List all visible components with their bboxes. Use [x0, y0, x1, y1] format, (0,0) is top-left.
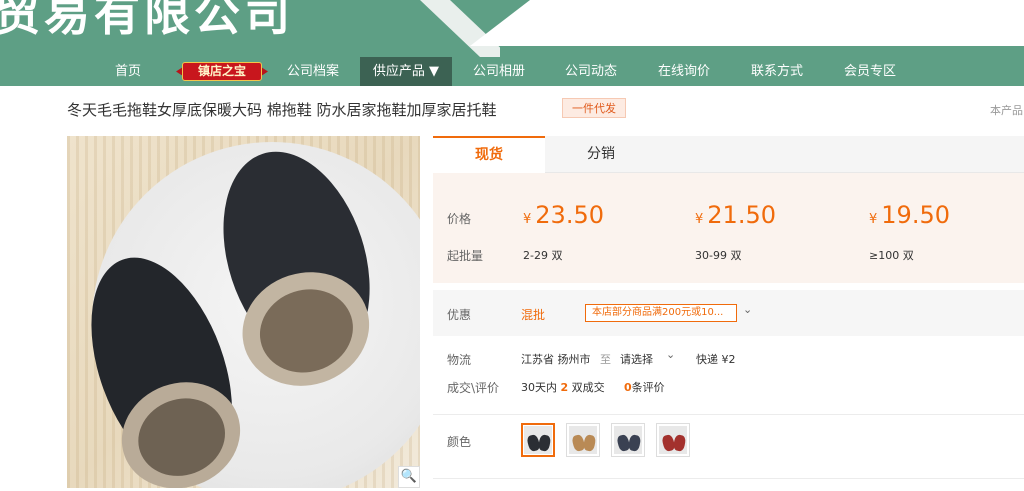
price-tier-2: ¥21.50: [695, 201, 776, 229]
product-title: 冬天毛毛拖鞋女厚底保暖大码 棉拖鞋 防水居家拖鞋加厚家居托鞋: [67, 101, 497, 119]
dropship-tag[interactable]: 一件代发: [562, 98, 626, 118]
zoom-icon[interactable]: 🔍: [398, 466, 420, 488]
price-tabs: 现货 分销: [433, 136, 1024, 173]
moq-tier-2: 30-99 双: [695, 249, 742, 262]
transactions-suffix: 双成交: [571, 381, 605, 394]
nav-item-album[interactable]: 公司相册: [462, 57, 536, 86]
swatch-thumbnail: [569, 426, 597, 454]
color-swatch-black[interactable]: [521, 423, 555, 457]
nav-item-home[interactable]: 首页: [98, 57, 158, 86]
company-name: 贸易有限公司: [0, 0, 294, 41]
price-value: 21.50: [707, 201, 776, 229]
color-swatch-tan[interactable]: [566, 423, 600, 457]
currency-symbol: ¥: [523, 212, 532, 227]
banner-stripe: [420, 0, 500, 57]
transactions-label: 成交\评价: [447, 381, 500, 395]
discount-label: 优惠: [447, 308, 472, 322]
price-value: 19.50: [881, 201, 950, 229]
swatch-thumbnail: [614, 426, 642, 454]
reviews-suffix: 条评价: [631, 381, 665, 394]
moq-tier-1: 2-29 双: [523, 249, 563, 262]
top-banner: 贸易有限公司: [0, 0, 1024, 57]
transactions-prefix: 30天内: [521, 381, 557, 394]
swatch-thumbnail: [524, 426, 552, 454]
nav-item-inquiry[interactable]: 在线询价: [647, 57, 721, 86]
swatch-thumbnail: [659, 426, 687, 454]
nav-item-news[interactable]: 公司动态: [554, 57, 628, 86]
product-note: 本产品: [990, 104, 1023, 117]
banner-white-panel: [470, 0, 1024, 46]
currency-symbol: ¥: [869, 212, 878, 227]
featured-badge-label: 镇店之宝: [197, 64, 246, 78]
price-tier-1: ¥23.50: [523, 201, 604, 229]
nav-item-profile[interactable]: 公司档案: [276, 57, 350, 86]
divider: [433, 478, 1024, 479]
mix-batch-link[interactable]: 混批: [521, 306, 545, 323]
color-label: 颜色: [447, 435, 472, 449]
divider: [433, 414, 1024, 415]
reviews-count[interactable]: 0: [624, 381, 632, 394]
nav-item-contact[interactable]: 联系方式: [740, 57, 814, 86]
currency-symbol: ¥: [695, 212, 704, 227]
reviews-summary: 0条评价: [624, 379, 665, 395]
price-box: 价格 起批量 ¥23.50 2-29 双 ¥21.50 30-99 双 ¥19.…: [433, 173, 1024, 283]
ship-origin: 江苏省 扬州市: [521, 353, 591, 366]
chevron-down-icon[interactable]: ⌄: [743, 303, 752, 316]
price-tier-3: ¥19.50: [869, 201, 950, 229]
slippers-illustration: [91, 151, 370, 488]
color-swatch-red[interactable]: [656, 423, 690, 457]
moq-tier-3: ≥100 双: [869, 249, 914, 262]
product-image[interactable]: [67, 136, 420, 488]
moq-label: 起批量: [447, 249, 484, 263]
nav-item-featured[interactable]: 镇店之宝: [176, 59, 268, 84]
main-nav: 首页 镇店之宝 公司档案 供应产品 ▼ 公司相册 公司动态 在线询价 联系方式 …: [0, 57, 1024, 86]
shipping-fee: 快递 ¥2: [696, 353, 736, 366]
price-label: 价格: [447, 212, 472, 226]
coupon-badge[interactable]: 本店部分商品满200元或10...: [585, 304, 737, 322]
logistics-label: 物流: [447, 353, 472, 367]
chevron-down-icon[interactable]: ⌄: [666, 348, 675, 361]
tab-spot[interactable]: 现货: [433, 136, 545, 173]
transactions-count[interactable]: 2: [561, 381, 569, 394]
ship-to-text: 至: [600, 353, 611, 366]
discount-row: 优惠 混批 本店部分商品满200元或10... ⌄: [433, 290, 1024, 336]
nav-item-products[interactable]: 供应产品 ▼: [360, 57, 452, 86]
nav-item-members[interactable]: 会员专区: [833, 57, 907, 86]
price-value: 23.50: [535, 201, 604, 229]
color-swatch-navy[interactable]: [611, 423, 645, 457]
destination-select[interactable]: 请选择: [620, 351, 653, 367]
tab-distribution[interactable]: 分销: [545, 136, 657, 173]
transactions-summary: 30天内 2 双成交: [521, 379, 605, 395]
